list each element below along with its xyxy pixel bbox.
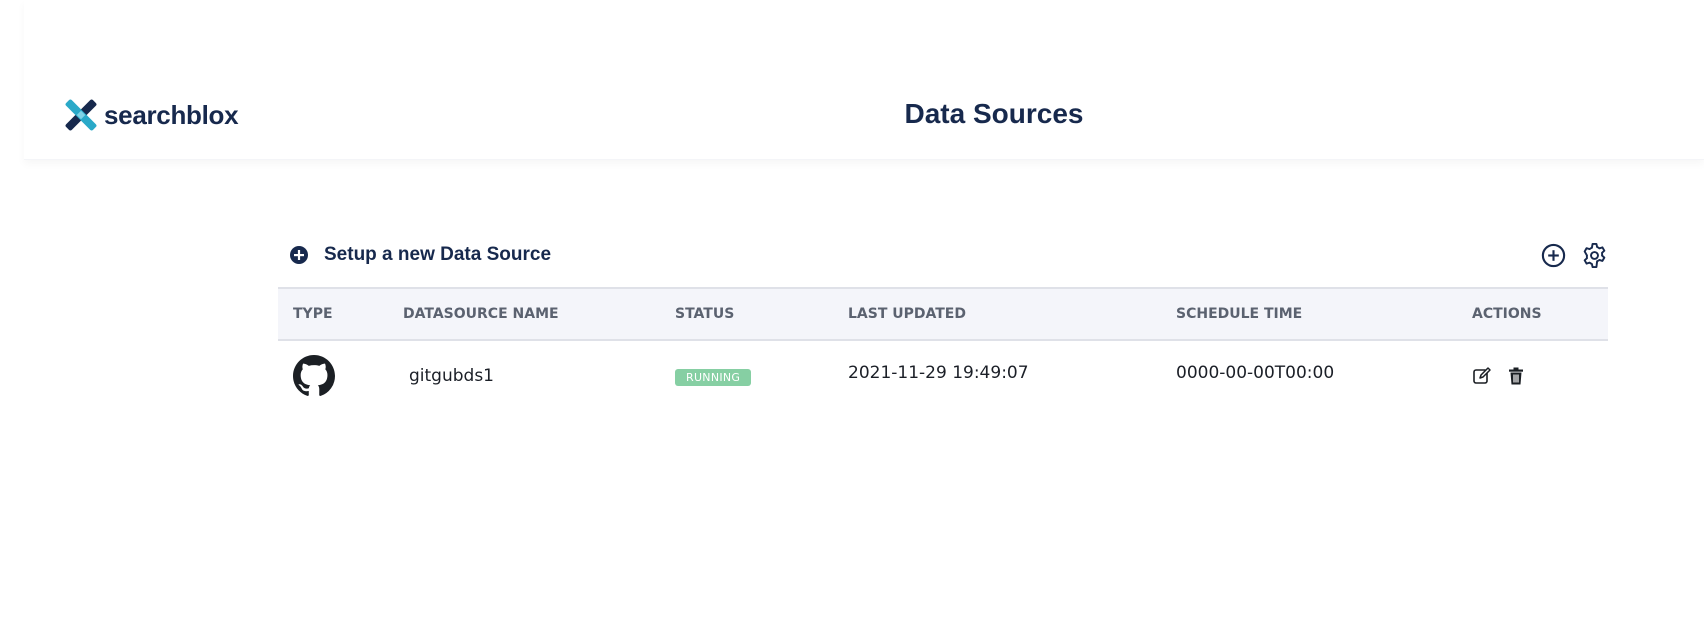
cell-last-updated: 2021-11-29 19:49:07 [848,362,1029,383]
cell-datasource-name[interactable]: gitgubds1 [388,340,660,410]
app-header [24,0,1704,160]
column-header-status[interactable]: STATUS [660,288,833,340]
cell-type [278,340,388,410]
table-tools [1540,242,1608,269]
column-header-type[interactable]: TYPE [278,288,388,340]
column-header-actions: ACTIONS [1472,306,1542,322]
plus-circle-filled-icon [290,246,308,264]
gear-icon[interactable] [1581,242,1608,269]
edit-icon[interactable] [1472,366,1492,386]
column-header-last-updated[interactable]: LAST UPDATED [833,288,1161,340]
setup-label: Setup a new Data Source [324,244,552,265]
page-title: Data Sources [904,98,1084,129]
column-header-schedule-time[interactable]: SCHEDULE TIME [1161,288,1457,340]
cell-schedule-time: 0000-00-00T00:00 [1176,362,1335,383]
datasource-name-link[interactable]: gitgubds1 [403,366,494,386]
table-row[interactable]: gitgubds1 RUNNING 2021-11-29 19:49:07 00… [278,340,1608,410]
cell-actions [1457,340,1608,410]
setup-new-datasource-button[interactable]: Setup a new Data Source [290,244,551,266]
cell-status: RUNNING [660,340,833,410]
datasources-table: TYPE DATASOURCE NAME STATUS LAST UPDATED… [278,287,1608,410]
add-icon[interactable] [1540,242,1567,269]
status-badge: RUNNING [675,368,752,386]
trash-icon[interactable] [1506,366,1526,386]
table-header-row: TYPE DATASOURCE NAME STATUS LAST UPDATED… [278,288,1608,340]
github-icon [293,354,335,396]
column-header-name[interactable]: DATASOURCE NAME [388,288,660,340]
